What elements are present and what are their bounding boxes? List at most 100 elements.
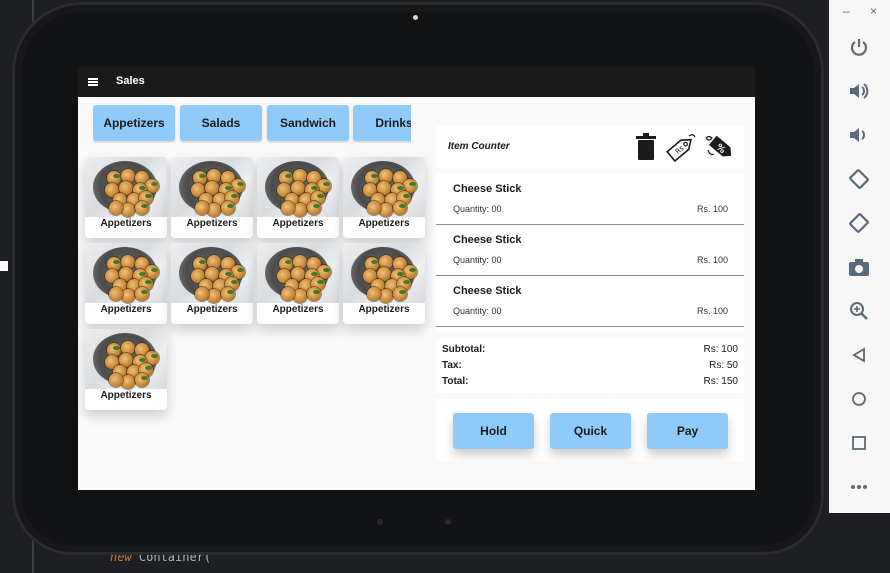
product-card[interactable]: Appetizers [85,157,167,238]
garnish-leaf [225,272,232,276]
garnish-leaf [151,268,158,272]
subtotal-label: Subtotal: [442,344,486,355]
overview-icon[interactable] [848,432,870,454]
food-roll [281,287,295,301]
volume-up-icon[interactable] [848,80,870,102]
quick-button[interactable]: Quick [550,413,631,449]
food-roll [207,203,221,217]
product-card[interactable]: Appetizers [343,157,425,238]
food-roll [109,287,123,301]
camera-icon[interactable] [848,256,870,278]
menu-icon[interactable] [88,78,98,86]
discount-tag-icon[interactable]: % [702,132,734,162]
category-salads[interactable]: Salads [180,105,262,141]
product-image [85,329,167,389]
ide-marker [0,261,8,271]
total-value: Rs: 150 [703,376,738,387]
minimize-button[interactable]: – [843,4,850,18]
rotate-left-icon[interactable] [848,168,870,190]
order-item-name: Cheese Stick [453,285,522,297]
product-card[interactable]: Appetizers [171,243,253,324]
order-item[interactable]: Cheese Stick Quantity: 00 Rs. 100 [436,276,744,327]
product-label: Appetizers [186,218,238,229]
category-drinks[interactable]: Drinks [353,105,411,141]
product-image [257,157,339,217]
order-item-price: Rs. 100 [696,306,728,316]
garnish-leaf [199,260,206,264]
food-plate [179,161,245,217]
garnish-leaf [397,272,404,276]
home-icon[interactable] [848,388,870,410]
garnish-leaf [145,194,152,198]
product-card[interactable]: Appetizers [343,243,425,324]
product-card[interactable]: Appetizers [85,329,167,410]
category-sandwich[interactable]: Sandwich [267,105,349,141]
food-plate [93,333,159,389]
garnish-leaf [317,280,324,284]
power-icon[interactable] [848,36,870,58]
garnish-leaf [323,268,330,272]
product-grid: Appetizers Appetizers Appetizers Appetizers… [85,157,427,417]
product-card[interactable]: Appetizers [257,157,339,238]
more-icon[interactable] [848,476,870,498]
product-card[interactable]: Appetizers [171,157,253,238]
food-plate [93,247,159,303]
food-roll [135,373,149,387]
food-roll [135,287,149,301]
food-roll [109,373,123,387]
food-plate [265,247,331,303]
food-roll [207,289,221,303]
hold-button[interactable]: Hold [453,413,534,449]
food-roll [307,287,321,301]
garnish-leaf [113,260,120,264]
zoom-icon[interactable] [848,300,870,322]
food-roll [221,201,235,215]
garnish-leaf [371,174,378,178]
order-item-price: Rs. 100 [696,204,728,214]
category-appetizers[interactable]: Appetizers [93,105,175,141]
food-plate [351,247,417,303]
order-list: Cheese Stick Quantity: 00 Rs. 100 Cheese… [436,174,744,332]
garnish-leaf [285,260,292,264]
food-plate [93,161,159,217]
garnish-leaf [231,194,238,198]
page-title: Sales [116,75,145,87]
order-item[interactable]: Cheese Stick Quantity: 00 Rs. 100 [436,174,744,225]
product-label: Appetizers [272,304,324,315]
garnish-leaf [403,194,410,198]
rotate-right-icon[interactable] [848,212,870,234]
price-tag-icon[interactable]: Rs [664,132,696,163]
close-button[interactable]: × [870,4,877,18]
bottom-sensor-right [445,519,451,525]
garnish-leaf [141,290,148,294]
pay-button[interactable]: Pay [647,413,728,449]
food-roll [121,203,135,217]
order-item[interactable]: Cheese Stick Quantity: 00 Rs. 100 [436,225,744,276]
product-card[interactable]: Appetizers [257,243,339,324]
app-screen: Sales Appetizers Salads Sandwich Drinks … [78,67,755,490]
volume-down-icon[interactable] [848,124,870,146]
back-icon[interactable] [848,344,870,366]
product-image [343,157,425,217]
food-roll [281,201,295,215]
garnish-leaf [151,354,158,358]
divider [436,326,744,327]
total-label: Total: [442,376,469,387]
garnish-leaf [225,186,232,190]
food-roll [379,289,393,303]
food-roll [135,201,149,215]
food-roll [121,375,135,389]
garnish-leaf [139,272,146,276]
garnish-leaf [311,272,318,276]
garnish-leaf [141,204,148,208]
food-roll [293,289,307,303]
garnish-leaf [227,204,234,208]
food-roll [307,201,321,215]
food-roll [293,203,307,217]
garnish-leaf [139,358,146,362]
food-roll [195,201,209,215]
product-label: Appetizers [186,304,238,315]
product-card[interactable]: Appetizers [85,243,167,324]
product-image [343,243,425,303]
trash-icon[interactable] [632,132,664,162]
